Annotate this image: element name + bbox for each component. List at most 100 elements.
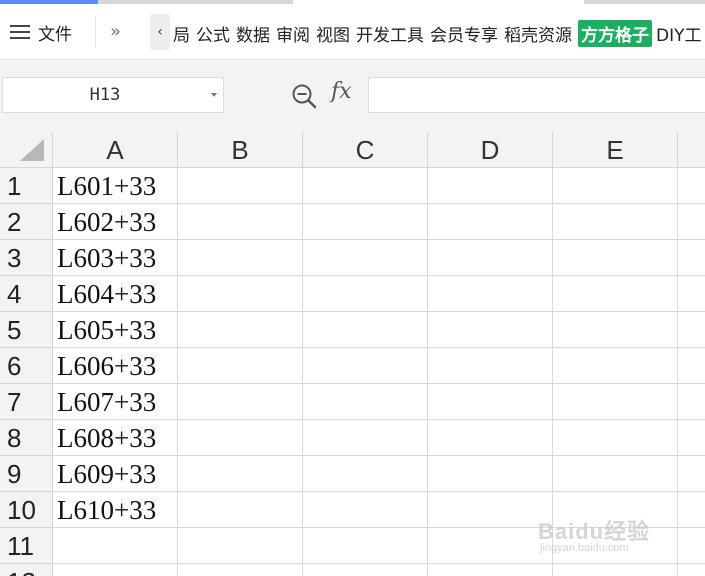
row-header[interactable]: 9 <box>0 456 53 492</box>
column-header-a[interactable]: A <box>53 132 178 168</box>
grid-cell[interactable] <box>428 276 553 312</box>
grid-cell[interactable] <box>553 240 678 276</box>
select-all-corner[interactable] <box>0 132 53 168</box>
grid-cell[interactable] <box>178 276 303 312</box>
grid-cell[interactable] <box>428 204 553 240</box>
grid-cell[interactable]: L607+33 <box>53 384 178 420</box>
grid-cell[interactable] <box>553 420 678 456</box>
chevron-down-icon[interactable] <box>211 93 217 97</box>
grid-cell[interactable] <box>178 204 303 240</box>
row-header[interactable]: 4 <box>0 276 53 312</box>
grid-cell[interactable] <box>303 384 428 420</box>
grid-cell[interactable] <box>678 204 705 240</box>
name-box[interactable]: H13 <box>2 77 224 113</box>
row-header[interactable]: 3 <box>0 240 53 276</box>
grid-cell[interactable] <box>303 312 428 348</box>
grid-cell[interactable]: L606+33 <box>53 348 178 384</box>
grid-cell[interactable] <box>678 492 705 528</box>
grid-cell[interactable] <box>428 564 553 576</box>
function-fx-icon[interactable]: fx <box>331 79 352 104</box>
grid-cell[interactable] <box>553 276 678 312</box>
grid-cell[interactable] <box>303 456 428 492</box>
grid-cell[interactable] <box>178 168 303 204</box>
ribbon-tab[interactable]: 开发工具 <box>356 21 424 46</box>
grid-cell[interactable] <box>678 276 705 312</box>
column-header-c[interactable]: C <box>303 132 428 168</box>
row-header[interactable]: 1 <box>0 168 53 204</box>
grid-cell[interactable] <box>178 312 303 348</box>
grid-cell[interactable] <box>678 384 705 420</box>
grid-cell[interactable] <box>303 348 428 384</box>
grid-cell[interactable] <box>428 528 553 564</box>
grid-cell[interactable] <box>303 564 428 576</box>
grid-cell[interactable] <box>303 240 428 276</box>
grid-cell[interactable] <box>553 384 678 420</box>
grid-cell[interactable] <box>428 348 553 384</box>
row-header[interactable]: 8 <box>0 420 53 456</box>
grid-cell[interactable] <box>178 456 303 492</box>
grid-cell[interactable]: L605+33 <box>53 312 178 348</box>
grid-cell[interactable]: L604+33 <box>53 276 178 312</box>
column-header-partial[interactable] <box>678 132 705 168</box>
grid-cell[interactable] <box>178 528 303 564</box>
formula-input[interactable] <box>368 77 705 113</box>
zoom-out-icon[interactable] <box>291 83 317 109</box>
row-header[interactable]: 10 <box>0 492 53 528</box>
column-header-b[interactable]: B <box>178 132 303 168</box>
grid-cell[interactable] <box>428 492 553 528</box>
grid-cell[interactable]: L609+33 <box>53 456 178 492</box>
ribbon-tab[interactable]: 审阅 <box>276 21 310 46</box>
grid-cell[interactable] <box>678 420 705 456</box>
ribbon-tab[interactable]: 会员专享 <box>430 21 498 46</box>
ribbon-tab[interactable]: 视图 <box>316 21 350 46</box>
row-header[interactable]: 12 <box>0 564 53 576</box>
tabs-scroll-left-button[interactable]: ‹ <box>150 14 170 50</box>
grid-cell[interactable] <box>178 384 303 420</box>
file-menu-button[interactable]: 文件 <box>10 18 72 46</box>
grid-cell[interactable] <box>678 564 705 576</box>
grid-cell[interactable]: L601+33 <box>53 168 178 204</box>
ribbon-tab[interactable]: 数据 <box>236 21 270 46</box>
row-header[interactable]: 2 <box>0 204 53 240</box>
grid-cell[interactable] <box>553 456 678 492</box>
double-chevron-right-icon[interactable]: » <box>110 21 121 42</box>
grid-cell[interactable] <box>428 384 553 420</box>
grid-cell[interactable] <box>303 276 428 312</box>
grid-cell[interactable] <box>678 168 705 204</box>
ribbon-tab[interactable]: 局 <box>173 21 190 46</box>
grid-cell[interactable] <box>178 492 303 528</box>
grid-cell[interactable] <box>428 456 553 492</box>
grid-cell[interactable] <box>678 240 705 276</box>
grid-cell[interactable]: L602+33 <box>53 204 178 240</box>
grid-cell[interactable] <box>303 204 428 240</box>
grid-cell[interactable] <box>553 168 678 204</box>
row-header[interactable]: 11 <box>0 528 53 564</box>
grid-cell[interactable] <box>178 420 303 456</box>
grid-cell[interactable] <box>553 312 678 348</box>
grid-cell[interactable] <box>303 420 428 456</box>
grid-cell[interactable] <box>178 348 303 384</box>
ribbon-tab[interactable]: 公式 <box>196 21 230 46</box>
grid-cell[interactable]: L608+33 <box>53 420 178 456</box>
ribbon-tab[interactable]: DIY工 <box>656 21 702 46</box>
grid-cell[interactable] <box>428 312 553 348</box>
grid-cell[interactable] <box>178 564 303 576</box>
grid-cell[interactable] <box>178 240 303 276</box>
grid-cell[interactable] <box>428 168 553 204</box>
grid-cell[interactable] <box>678 528 705 564</box>
grid-cell[interactable] <box>303 168 428 204</box>
grid-cell[interactable] <box>553 348 678 384</box>
grid-cell[interactable] <box>428 240 553 276</box>
grid-cell[interactable] <box>303 528 428 564</box>
grid-cell[interactable]: L610+33 <box>53 492 178 528</box>
grid-cell[interactable] <box>678 312 705 348</box>
row-header[interactable]: 5 <box>0 312 53 348</box>
grid-cell[interactable] <box>303 492 428 528</box>
column-header-e[interactable]: E <box>553 132 678 168</box>
grid-cell[interactable] <box>53 528 178 564</box>
row-header[interactable]: 6 <box>0 348 53 384</box>
ribbon-tab[interactable]: 方方格子 <box>578 20 652 47</box>
grid-cell[interactable] <box>428 420 553 456</box>
column-header-d[interactable]: D <box>428 132 553 168</box>
row-header[interactable]: 7 <box>0 384 53 420</box>
